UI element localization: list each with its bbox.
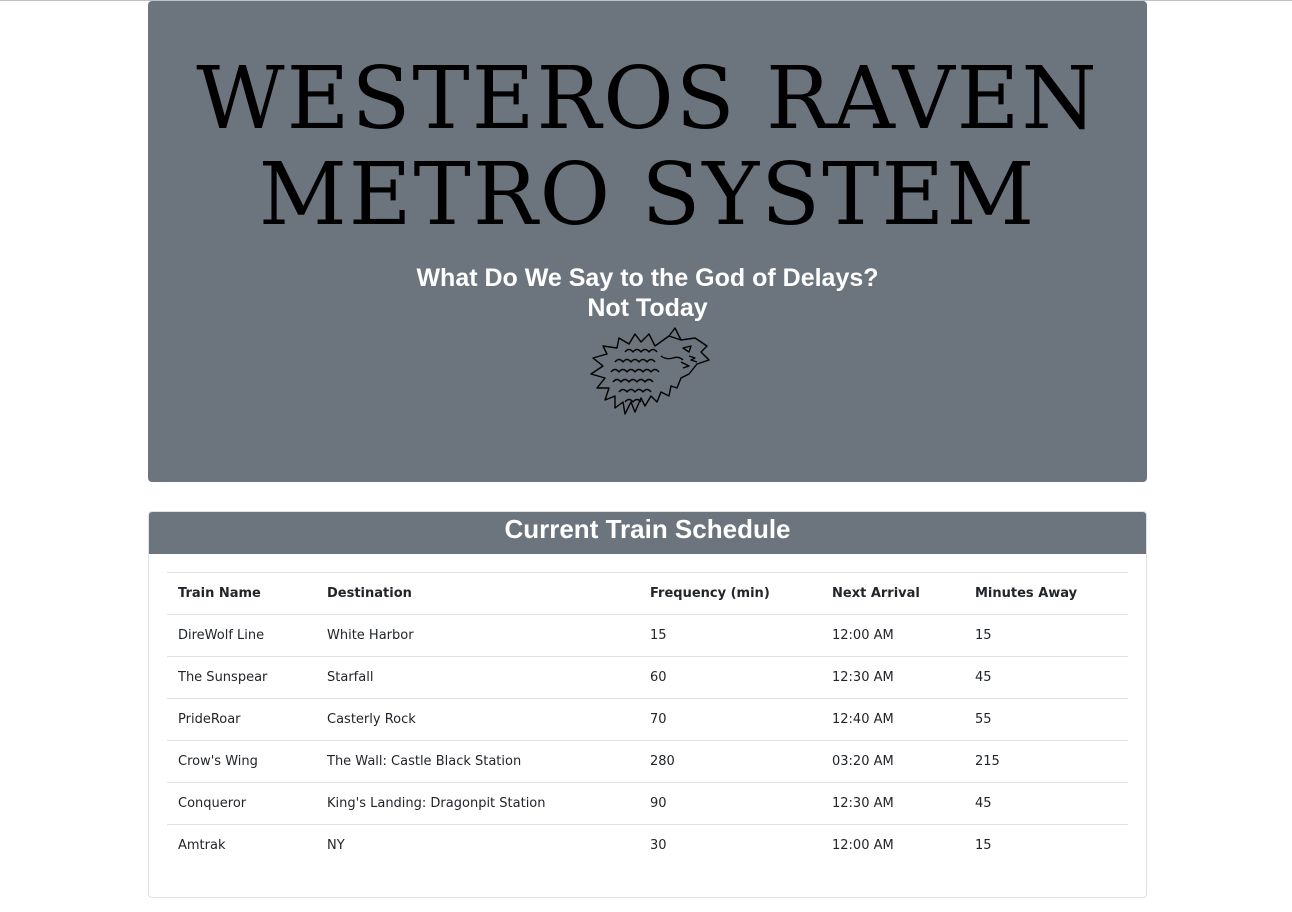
cell-next-arrival: 12:00 AM xyxy=(821,614,964,657)
cell-frequency: 280 xyxy=(639,740,821,783)
schedule-title: Current Train Schedule xyxy=(149,512,1146,554)
cell-train-name: DireWolf Line xyxy=(167,614,316,657)
table-row: DireWolf Line White Harbor 15 12:00 AM 1… xyxy=(167,614,1128,657)
cell-next-arrival: 12:30 AM xyxy=(821,782,964,825)
table-row: PrideRoar Casterly Rock 70 12:40 AM 55 xyxy=(167,698,1128,741)
cell-frequency: 60 xyxy=(639,656,821,699)
cell-frequency: 15 xyxy=(639,614,821,657)
table-row: Amtrak NY 30 12:00 AM 15 xyxy=(167,824,1128,867)
cell-train-name: The Sunspear xyxy=(167,656,316,699)
cell-next-arrival: 12:30 AM xyxy=(821,656,964,699)
cell-next-arrival: 12:40 AM xyxy=(821,698,964,741)
column-header-frequency: Frequency (min) xyxy=(639,572,821,615)
cell-frequency: 30 xyxy=(639,824,821,867)
cell-next-arrival: 03:20 AM xyxy=(821,740,964,783)
cell-minutes-away: 215 xyxy=(964,740,1128,783)
cell-train-name: Amtrak xyxy=(167,824,316,867)
cell-minutes-away: 15 xyxy=(964,824,1128,867)
cell-train-name: Conqueror xyxy=(167,782,316,825)
cell-minutes-away: 45 xyxy=(964,656,1128,699)
table-row: The Sunspear Starfall 60 12:30 AM 45 xyxy=(167,656,1128,699)
cell-next-arrival: 12:00 AM xyxy=(821,824,964,867)
column-header-destination: Destination xyxy=(316,572,639,615)
cell-destination: NY xyxy=(316,824,639,867)
hero-banner: Westeros Raven Metro System What Do We S… xyxy=(148,1,1147,482)
table-header-row: Train Name Destination Frequency (min) N… xyxy=(167,572,1128,615)
cell-frequency: 70 xyxy=(639,698,821,741)
cell-destination: Casterly Rock xyxy=(316,698,639,741)
schedule-table: Train Name Destination Frequency (min) N… xyxy=(167,572,1128,867)
cell-minutes-away: 15 xyxy=(964,614,1128,657)
cell-destination: King's Landing: Dragonpit Station xyxy=(316,782,639,825)
cell-train-name: PrideRoar xyxy=(167,698,316,741)
column-header-next-arrival: Next Arrival xyxy=(821,572,964,615)
direwolf-sigil-icon xyxy=(590,327,710,415)
column-header-minutes-away: Minutes Away xyxy=(964,572,1128,615)
cell-minutes-away: 55 xyxy=(964,698,1128,741)
tagline-line-1: What Do We Say to the God of Delays? xyxy=(416,264,879,292)
cell-destination: Starfall xyxy=(316,656,639,699)
page-title-line-1: Westeros Raven xyxy=(196,49,1099,149)
table-row: Conqueror King's Landing: Dragonpit Stat… xyxy=(167,782,1128,825)
column-header-train-name: Train Name xyxy=(167,572,316,615)
table-row: Crow's Wing The Wall: Castle Black Stati… xyxy=(167,740,1128,783)
cell-destination: The Wall: Castle Black Station xyxy=(316,740,639,783)
cell-train-name: Crow's Wing xyxy=(167,740,316,783)
train-schedule-card: Current Train Schedule Train Name Destin… xyxy=(148,511,1147,898)
cell-frequency: 90 xyxy=(639,782,821,825)
cell-destination: White Harbor xyxy=(316,614,639,657)
cell-minutes-away: 45 xyxy=(964,782,1128,825)
page-title-line-2: Metro System xyxy=(258,145,1037,245)
tagline-line-2: Not Today xyxy=(587,294,708,322)
